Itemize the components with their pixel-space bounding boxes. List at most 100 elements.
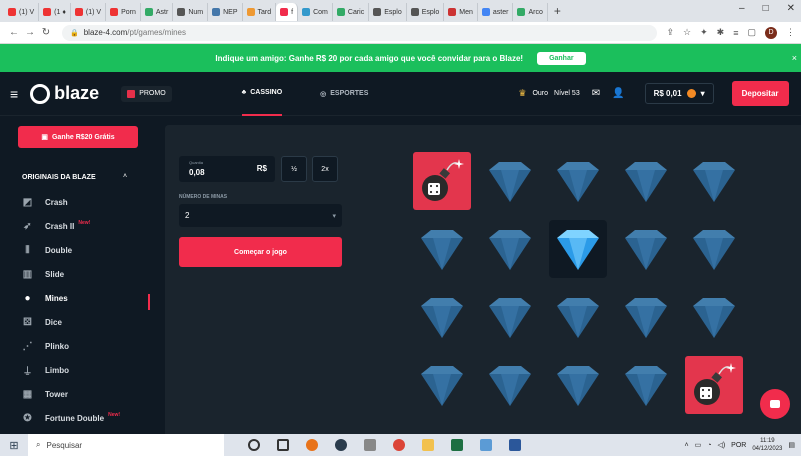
close-icon[interactable]: ✕ (787, 3, 795, 14)
browser-tab[interactable]: Porn (106, 3, 141, 21)
puzzle-icon[interactable]: ✱ (717, 27, 725, 38)
originals-section-title[interactable]: ORIGINAIS DA BLAZE (22, 174, 96, 181)
maximize-icon[interactable]: □ (763, 3, 769, 14)
sidepanel-icon[interactable]: ▢ (747, 27, 756, 38)
browser-tab[interactable]: Caric (333, 3, 370, 21)
gem-tile[interactable] (617, 288, 675, 346)
promo-button[interactable]: PROMO (121, 85, 172, 102)
sidebar-item-limbo[interactable]: ⍊ Limbo (22, 362, 70, 378)
rank-badge[interactable]: ♛ Ouro Nível 53 (518, 88, 579, 99)
word-icon[interactable] (509, 439, 521, 451)
chat-button[interactable] (760, 389, 790, 419)
forward-icon[interactable]: → (22, 27, 38, 38)
new-tab-button[interactable]: + (548, 4, 567, 18)
browser-tab[interactable]: Num (173, 3, 209, 21)
sidebar-item-mines[interactable]: ● Mines (22, 290, 67, 306)
profile-avatar[interactable]: D (765, 26, 777, 39)
excel-icon[interactable] (451, 439, 463, 451)
firefox-icon[interactable] (306, 439, 318, 451)
gem-tile[interactable] (549, 356, 607, 414)
gem-tile[interactable] (617, 220, 675, 278)
sidebar-item-slide[interactable]: ▥ Slide (22, 266, 64, 282)
gem-tile[interactable] (413, 288, 471, 346)
browser-tab[interactable]: (1) V (4, 3, 40, 21)
notification-icon[interactable]: ✉ (592, 88, 600, 99)
sidebar-item-tower[interactable]: ▦ Tower (22, 386, 68, 402)
mine-tile[interactable] (685, 356, 743, 414)
sidebar-item-double[interactable]: ⦀ Double (22, 242, 72, 258)
gem-tile[interactable] (481, 152, 539, 210)
free-bonus-button[interactable]: ▣ Ganhe R$20 Grátis (18, 126, 138, 148)
tab-esportes[interactable]: ◎ ESPORTES (320, 72, 368, 116)
mine-tile[interactable] (413, 152, 471, 210)
gem-tile[interactable] (481, 356, 539, 414)
sidebar-item-label: Plinko (45, 341, 70, 351)
gem-tile[interactable] (685, 288, 743, 346)
user-icon[interactable]: 👤 (612, 88, 624, 99)
url-field[interactable]: 🔒 blaze-4.com /pt/games/mines (62, 24, 657, 41)
back-icon[interactable]: ← (6, 27, 22, 38)
browser-tab[interactable]: f (276, 3, 299, 21)
cortana-icon[interactable] (248, 439, 260, 451)
folder-icon[interactable] (422, 439, 434, 451)
sidebar-item-crash[interactable]: ◩ Crash (22, 194, 68, 210)
browser-tab[interactable]: Com (298, 3, 333, 21)
browser-tab[interactable]: Men (444, 3, 478, 21)
app2-icon[interactable] (480, 439, 492, 451)
hamburger-icon[interactable]: ≡ (10, 86, 18, 102)
gem-tile[interactable] (617, 356, 675, 414)
chevron-up-icon[interactable]: ˄ (123, 173, 127, 180)
chrome-icon[interactable] (393, 439, 405, 451)
browser-tab[interactable]: Esplo (369, 3, 407, 21)
taskbar-search[interactable]: ⌕ Pesquisar (28, 434, 224, 456)
gem-tile[interactable] (617, 152, 675, 210)
gem-tile[interactable] (549, 152, 607, 210)
steam-icon[interactable] (335, 439, 347, 451)
sidebar-item-plinko[interactable]: ⋰ Plinko (22, 338, 70, 354)
browser-tab[interactable]: NEP (208, 3, 243, 21)
gem-tile[interactable] (481, 220, 539, 278)
banner-gain-button[interactable]: Ganhar (537, 51, 586, 65)
chevron-up-icon[interactable]: ˄ (685, 442, 689, 449)
network-icon[interactable]: ▭ (695, 441, 702, 449)
notifications-icon[interactable]: ▤ (788, 441, 795, 449)
gem-tile[interactable] (413, 220, 471, 278)
sidebar-item-dice[interactable]: ⚄ Dice (22, 314, 62, 330)
browser-tab[interactable]: Arco (513, 3, 548, 21)
browser-tab[interactable]: Astr (141, 3, 174, 21)
browser-tab[interactable]: Tard (243, 3, 277, 21)
browser-tab[interactable]: (1) V (71, 3, 107, 21)
browser-tab[interactable]: aster (478, 3, 514, 21)
gem-tile[interactable] (481, 288, 539, 346)
gem-tile[interactable] (549, 288, 607, 346)
banner-close-icon[interactable]: × (792, 53, 797, 63)
gem-tile[interactable] (549, 220, 607, 278)
sidebar-item-crash-ii[interactable]: ➶ Crash II New! (22, 218, 90, 234)
diamond-icon (557, 230, 599, 270)
extension-icon[interactable]: ✦ (700, 27, 708, 38)
wifi-icon[interactable]: ◔ (707, 442, 711, 449)
menu-icon[interactable]: ⋮ (786, 27, 795, 38)
language-label[interactable]: POR (731, 442, 746, 449)
task-view-icon[interactable] (277, 439, 289, 451)
gem-tile[interactable] (685, 220, 743, 278)
diamond-icon (557, 366, 599, 406)
gem-tile[interactable] (413, 356, 471, 414)
tab-casino[interactable]: ♣ CASSINO (241, 72, 283, 116)
reading-list-icon[interactable]: ≡ (733, 28, 738, 38)
windows-start-icon[interactable]: ⊞ (0, 439, 28, 452)
volume-icon[interactable]: ◁) (717, 441, 725, 449)
app-icon[interactable] (364, 439, 376, 451)
sidebar-item-fortune-double[interactable]: ✪ Fortune Double New! (22, 410, 120, 426)
browser-tab[interactable]: (1 ♦ (39, 3, 71, 21)
browser-tab[interactable]: Esplo (407, 3, 445, 21)
star-icon[interactable]: ☆ (683, 27, 691, 38)
balance-dropdown[interactable]: R$ 0,01 ▾ (644, 83, 714, 104)
logo[interactable]: blaze (30, 83, 99, 104)
gem-tile[interactable] (685, 152, 743, 210)
reload-icon[interactable]: ↻ (38, 27, 54, 38)
deposit-button[interactable]: Depositar (731, 81, 789, 106)
clock[interactable]: 11:19 04/12/2023 (752, 437, 782, 453)
minimize-icon[interactable]: – (739, 3, 745, 14)
share-icon[interactable]: ⇪ (667, 27, 675, 38)
